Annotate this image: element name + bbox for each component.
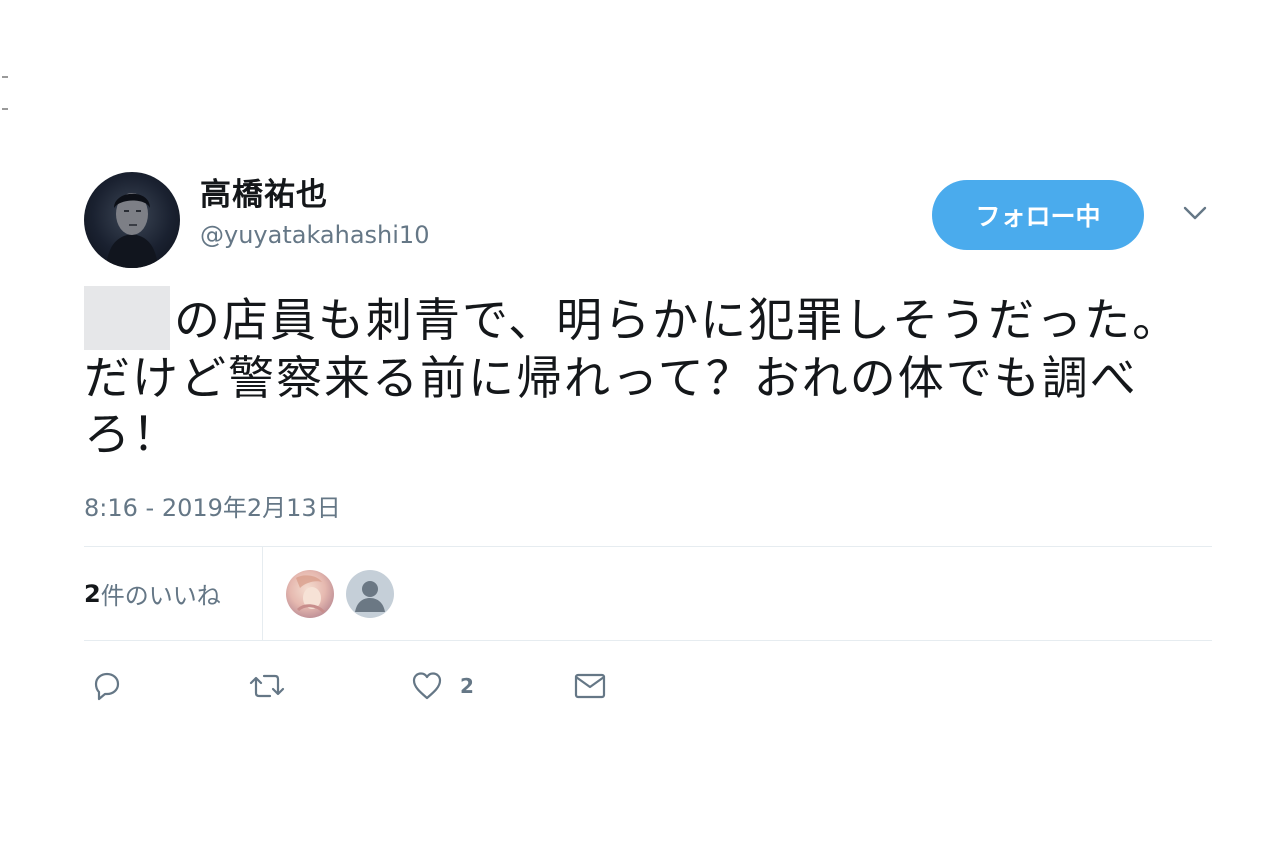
avatar-portrait [106,193,158,268]
tweet-stats: 2 件のいいね [84,546,1212,641]
reply-icon [90,669,124,703]
retweet-button[interactable] [248,669,286,703]
screen-name[interactable]: @yuyatakahashi10 [200,218,429,252]
direct-message-button[interactable] [572,669,608,703]
display-name[interactable]: 高橋祐也 [200,176,429,214]
tweet-card: 高橋祐也 @yuyatakahashi10 フォロー中 の店員も刺青で、明らかに… [84,168,1212,731]
envelope-icon [572,669,608,703]
tweet-timestamp[interactable]: 8:16 - 2019年2月13日 [84,492,1212,524]
tweet-actions: 2 [84,641,1212,731]
likes-label: 件のいいね [100,582,221,610]
tweet-header: 高橋祐也 @yuyatakahashi10 フォロー中 [84,168,1212,272]
redacted-block [84,286,170,350]
like-count: 2 [460,674,474,698]
corner-mark-bottom [2,108,8,110]
corner-mark-top [2,76,8,78]
author-names: 高橋祐也 @yuyatakahashi10 [200,176,429,252]
reply-button[interactable] [90,669,124,703]
likes-count[interactable]: 2 件のいいね [84,547,263,640]
liker-avatar-default[interactable] [346,570,394,618]
liker-avatar[interactable] [286,570,334,618]
default-profile-icon [355,581,385,612]
following-button[interactable]: フォロー中 [932,180,1144,250]
tweet-body: の店員も刺青で、明らかに犯罪しそうだった。だけど警察来る前に帰れって？おれの体で… [84,293,1181,461]
likes-number: 2 [84,579,101,608]
heart-icon [410,669,444,703]
tweet-text: の店員も刺青で、明らかに犯罪しそうだった。だけど警察来る前に帰れって？おれの体で… [84,286,1212,462]
avatar[interactable] [84,172,180,268]
retweet-icon [248,669,286,703]
like-button[interactable]: 2 [410,669,474,703]
chevron-down-icon[interactable] [1180,198,1210,228]
